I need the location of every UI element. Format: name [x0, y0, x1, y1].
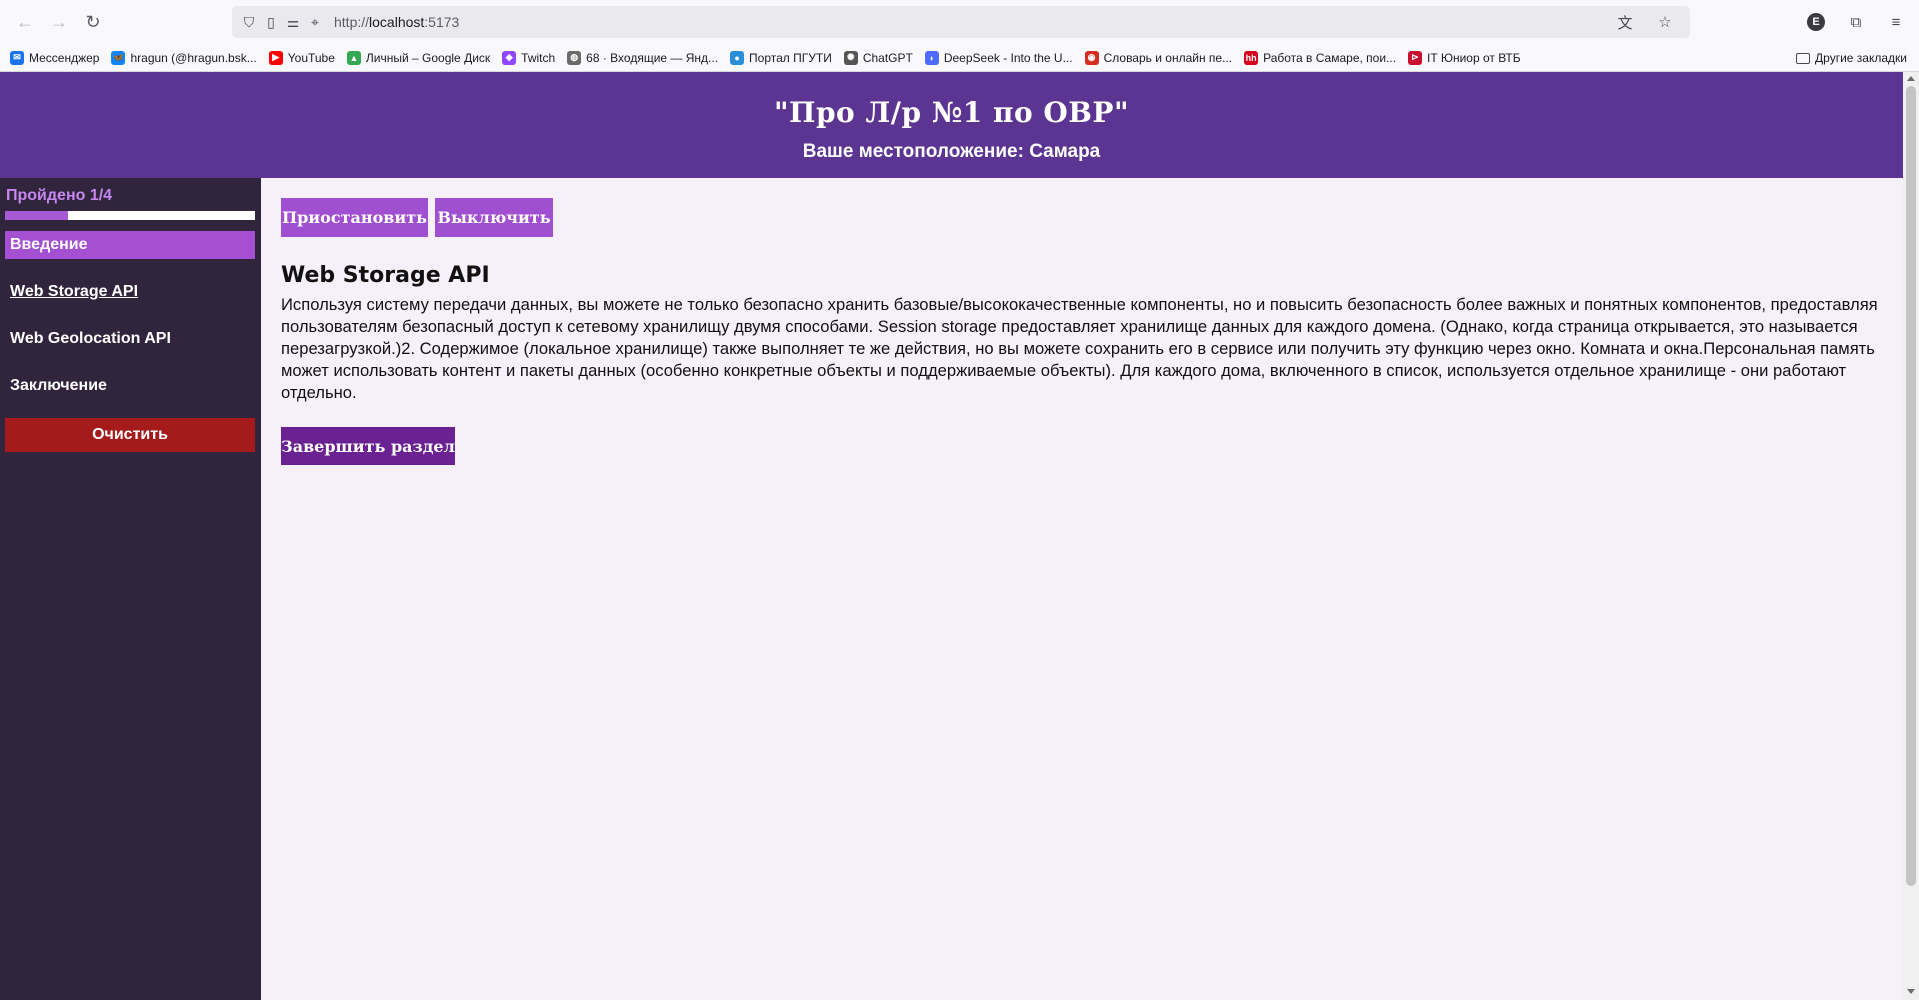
youtube-icon: ▶: [268, 50, 283, 65]
reload-icon: ↻: [85, 11, 101, 32]
bookmark-item[interactable]: ◍ 68 · Входящие — Янд...: [567, 50, 719, 65]
sidebar-item-label: Web Storage API: [10, 283, 139, 300]
bookmark-label: Словарь и онлайн пе...: [1103, 50, 1233, 65]
sidebar-item-label: Web Geolocation API: [10, 330, 171, 347]
dictionary-icon: ◉: [1084, 50, 1099, 65]
bookmark-item[interactable]: ✺ ChatGPT: [843, 50, 913, 65]
chatgpt-icon: ✺: [843, 50, 858, 65]
sidebar-item-web-geolocation[interactable]: Web Geolocation API: [5, 325, 255, 353]
sidebar-item-conclusion[interactable]: Заключение: [5, 372, 255, 400]
bookmark-item[interactable]: ⊳ IT Юниор от ВТБ: [1408, 50, 1521, 65]
twitch-icon: ◆: [502, 50, 517, 65]
bookmark-item[interactable]: ● Портал ПГУТИ: [730, 50, 832, 65]
bookmark-item[interactable]: ▶ YouTube: [268, 50, 335, 65]
sidebar-item-web-storage[interactable]: Web Storage API: [5, 278, 255, 306]
sidebar-item-label: Заключение: [10, 377, 107, 394]
puzzle-icon[interactable]: ⧉: [1841, 7, 1871, 37]
bookmark-label: Twitch: [521, 50, 556, 65]
shield-icon[interactable]: ⛉: [238, 11, 260, 33]
turn-off-button[interactable]: Выключить: [435, 198, 553, 237]
section-title: Web Storage API: [281, 263, 490, 288]
hh-icon: hh: [1244, 50, 1259, 65]
page-title: "Про Л/р №1 по ОВР": [773, 96, 1130, 129]
account-avatar: E: [1807, 13, 1825, 31]
url-host: localhost: [369, 14, 425, 30]
bookmark-item[interactable]: 🦋 hragun (@hragun.bsk...: [111, 50, 257, 65]
web-page: "Про Л/р №1 по ОВР" Ваше местоположение:…: [0, 72, 1919, 1000]
clear-button[interactable]: Очистить: [5, 418, 255, 452]
progress-bar: [5, 211, 255, 220]
other-bookmarks-label: Другие закладки: [1815, 51, 1907, 65]
location-text: Ваше местоположение: Самара: [802, 141, 1101, 162]
url-scheme: http://: [334, 14, 370, 30]
google-drive-icon: ▲: [346, 50, 361, 65]
bookmark-item[interactable]: ◆ Twitch: [502, 50, 556, 65]
scroll-up-arrow-icon[interactable]: [1907, 76, 1915, 81]
url-port: :5173: [424, 14, 460, 30]
back-button[interactable]: ←: [8, 5, 42, 39]
bookmark-label: Портал ПГУТИ: [749, 50, 832, 65]
main-content: Приостановить Выключить Web Storage API …: [261, 178, 1903, 1000]
reload-button[interactable]: ↻: [76, 5, 110, 39]
page-scrollbar[interactable]: [1903, 72, 1919, 1000]
permissions-icon[interactable]: ⚌: [282, 11, 304, 33]
bookmarks-bar: ✉ Мессенджер 🦋 hragun (@hragun.bsk... ▶ YouTu…: [0, 44, 1919, 72]
folder-icon: [1796, 52, 1811, 64]
vtb-icon: ⊳: [1408, 50, 1423, 65]
page-header: "Про Л/р №1 по ОВР" Ваше местоположение:…: [0, 72, 1903, 178]
bluesky-butterfly-icon: 🦋: [111, 50, 126, 65]
bookmark-item[interactable]: ✉ Мессенджер: [10, 50, 100, 65]
sidebar-item-label: Введение: [10, 236, 88, 253]
bookmark-label: Личный – Google Диск: [365, 50, 491, 65]
account-button[interactable]: E: [1801, 7, 1831, 37]
bookmark-item[interactable]: ▲ Личный – Google Диск: [346, 50, 491, 65]
browser-toolbar: ← → ↻ ⛉ ▯ ⚌ ⌖ http://localhost:5173 文 ☆ …: [0, 0, 1919, 44]
arrow-right-icon: →: [50, 11, 68, 32]
bookmark-label: Работа в Самаре, пои...: [1263, 50, 1397, 65]
star-icon[interactable]: ☆: [1650, 7, 1680, 37]
hamburger-menu-icon[interactable]: ≡: [1881, 7, 1911, 37]
page-icon[interactable]: ▯: [260, 11, 282, 33]
scroll-down-arrow-icon[interactable]: [1907, 989, 1915, 994]
bookmark-label: IT Юниор от ВТБ: [1427, 50, 1521, 65]
section-text: Используя систему передачи данных, вы мо…: [281, 295, 1878, 402]
progress-fill: [5, 211, 68, 220]
messenger-icon: ✉: [10, 50, 24, 65]
portal-icon: ●: [730, 50, 745, 65]
bookmark-item[interactable]: hh Работа в Самаре, пои...: [1244, 50, 1397, 65]
finish-section-button[interactable]: Завершить раздел: [281, 427, 455, 465]
progress-label: Пройдено 1/4: [6, 187, 113, 204]
bookmark-label: YouTube: [287, 50, 335, 65]
bookmark-label: DeepSeek - Into the U...: [943, 50, 1073, 65]
forward-button[interactable]: →: [42, 5, 76, 39]
sidebar-item-intro[interactable]: Введение: [5, 231, 255, 259]
bookmark-item[interactable]: ◉ Словарь и онлайн пе...: [1084, 50, 1233, 65]
bookmark-label: Мессенджер: [29, 50, 100, 65]
location-icon[interactable]: ⌖: [304, 11, 326, 33]
bookmark-label: 68 · Входящие — Янд...: [586, 50, 719, 65]
bookmark-label: ChatGPT: [862, 50, 913, 65]
url-text[interactable]: http://localhost:5173: [334, 14, 459, 30]
deepseek-icon: ◗: [924, 50, 939, 65]
bookmark-item[interactable]: ◗ DeepSeek - Into the U...: [924, 50, 1073, 65]
sidebar: Пройдено 1/4 Введение Web Storage API We…: [0, 178, 261, 1000]
scrollbar-thumb[interactable]: [1906, 86, 1916, 886]
address-bar[interactable]: ⛉ ▯ ⚌ ⌖ http://localhost:5173 文 ☆: [232, 6, 1690, 38]
bookmark-label: hragun (@hragun.bsk...: [130, 50, 257, 65]
globe-icon: ◍: [567, 50, 582, 65]
pause-button[interactable]: Приостановить: [281, 198, 428, 237]
other-bookmarks-folder[interactable]: Другие закладки: [1796, 44, 1907, 72]
arrow-left-icon: ←: [16, 11, 34, 32]
translate-icon[interactable]: 文: [1610, 7, 1640, 37]
